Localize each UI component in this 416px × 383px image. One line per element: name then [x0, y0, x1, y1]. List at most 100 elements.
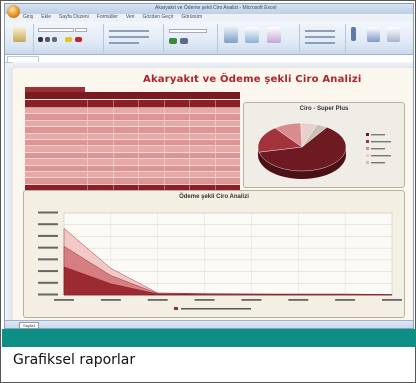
table-cell[interactable]	[87, 100, 113, 107]
table-cell[interactable]	[214, 133, 241, 139]
table-cell[interactable]	[189, 127, 215, 133]
sort-filter-icon[interactable]	[367, 27, 380, 42]
table-cell[interactable]	[87, 120, 113, 127]
table-cell[interactable]	[163, 139, 190, 146]
table-cell[interactable]	[189, 108, 215, 114]
area-chart[interactable]: Ödeme şekli Ciro Analizi	[23, 190, 405, 318]
tab-home[interactable]: Giriş	[23, 14, 33, 22]
table-cell[interactable]	[163, 152, 190, 159]
table-cell[interactable]	[163, 159, 190, 165]
table-cell[interactable]	[25, 100, 87, 107]
table-cell[interactable]	[87, 108, 113, 114]
table-cell[interactable]	[214, 108, 241, 114]
table-cell[interactable]	[112, 139, 139, 146]
sheet-tab[interactable]: Sayfa1	[19, 322, 40, 328]
table-cell[interactable]	[112, 165, 139, 171]
table-cell[interactable]	[214, 120, 241, 127]
percent-icon[interactable]	[180, 38, 188, 44]
table-cell[interactable]	[163, 100, 190, 107]
table-cell[interactable]	[138, 127, 164, 133]
table-cell[interactable]	[87, 171, 113, 178]
table-cell[interactable]	[25, 121, 87, 126]
table-cell[interactable]	[214, 127, 241, 133]
table-cell[interactable]	[138, 165, 164, 171]
table-cell[interactable]	[112, 100, 139, 107]
table-cell[interactable]	[25, 166, 87, 171]
table-cell[interactable]	[138, 139, 164, 146]
table-cell[interactable]	[112, 127, 139, 133]
table-cell[interactable]	[189, 171, 215, 178]
table-cell[interactable]	[214, 171, 241, 178]
table-cell[interactable]	[25, 127, 87, 132]
table-cell[interactable]	[25, 140, 87, 145]
table-cell[interactable]	[189, 152, 215, 159]
table-cell[interactable]	[138, 152, 164, 159]
currency-icon[interactable]	[169, 38, 177, 44]
table-cell[interactable]	[163, 178, 190, 184]
table-cell[interactable]	[189, 100, 215, 107]
table-cell[interactable]	[138, 114, 164, 120]
table-cell[interactable]	[87, 152, 113, 159]
table-filter-bar[interactable]	[25, 92, 240, 99]
table-cell[interactable]	[189, 120, 215, 127]
table-cell[interactable]	[87, 139, 113, 146]
table-cell[interactable]	[163, 133, 190, 139]
table-cell[interactable]	[138, 133, 164, 139]
cell-styles-icon[interactable]	[267, 27, 281, 43]
tab-data[interactable]: Veri	[126, 14, 135, 22]
table-cell[interactable]	[25, 159, 87, 164]
table-cell[interactable]	[214, 139, 241, 146]
table-cell[interactable]	[138, 100, 164, 107]
table-cell[interactable]	[87, 127, 113, 133]
tab-formulas[interactable]: Formüller	[97, 14, 118, 22]
tab-review[interactable]: Gözden Geçir	[143, 14, 174, 22]
autosum-icon[interactable]	[351, 27, 356, 41]
table-cell[interactable]	[87, 178, 113, 184]
table-cell[interactable]	[87, 114, 113, 120]
table-cell[interactable]	[163, 165, 190, 171]
office-button-icon[interactable]	[7, 5, 20, 18]
table-cell[interactable]	[189, 139, 215, 146]
table-cell[interactable]	[163, 114, 190, 120]
format-table-icon[interactable]	[245, 27, 259, 43]
table-cell[interactable]	[189, 165, 215, 171]
worksheet[interactable]: Akaryakıt ve Ödeme şekli Ciro Analizi Ci…	[13, 68, 413, 320]
table-cell[interactable]	[87, 146, 113, 152]
table-cell[interactable]	[189, 178, 215, 184]
table-cell[interactable]	[214, 152, 241, 159]
table-cell[interactable]	[112, 120, 139, 127]
table-cell[interactable]	[25, 178, 87, 183]
table-cell[interactable]	[214, 146, 241, 152]
conditional-format-icon[interactable]	[224, 27, 238, 43]
table-cell[interactable]	[138, 146, 164, 152]
table-cell[interactable]	[214, 114, 241, 120]
table-cell[interactable]	[214, 165, 241, 171]
italic-icon[interactable]	[45, 37, 50, 42]
table-cell[interactable]	[214, 100, 241, 107]
table-cell[interactable]	[138, 108, 164, 114]
tab-view[interactable]: Görünüm	[181, 14, 202, 22]
table-cell[interactable]	[112, 159, 139, 165]
table-cell[interactable]	[112, 152, 139, 159]
table-cell[interactable]	[112, 171, 139, 178]
find-select-icon[interactable]	[387, 27, 400, 42]
table-cell[interactable]	[112, 146, 139, 152]
table-cell[interactable]	[25, 146, 87, 151]
table-cell[interactable]	[87, 159, 113, 165]
table-cell[interactable]	[163, 171, 190, 178]
table-cell[interactable]	[214, 178, 241, 184]
table-cell[interactable]	[138, 159, 164, 165]
font-color-icon[interactable]	[75, 37, 82, 42]
table-cell[interactable]	[112, 178, 139, 184]
tab-insert[interactable]: Ekle	[41, 14, 51, 22]
table-cell[interactable]	[189, 114, 215, 120]
table-cell[interactable]	[25, 172, 87, 177]
table-cell[interactable]	[189, 133, 215, 139]
table-cell[interactable]	[163, 146, 190, 152]
underline-icon[interactable]	[52, 37, 57, 42]
table-cell[interactable]	[189, 159, 215, 165]
table-cell[interactable]	[25, 108, 87, 113]
table-cell[interactable]	[87, 165, 113, 171]
table-cell[interactable]	[112, 108, 139, 114]
table-cell[interactable]	[163, 108, 190, 114]
